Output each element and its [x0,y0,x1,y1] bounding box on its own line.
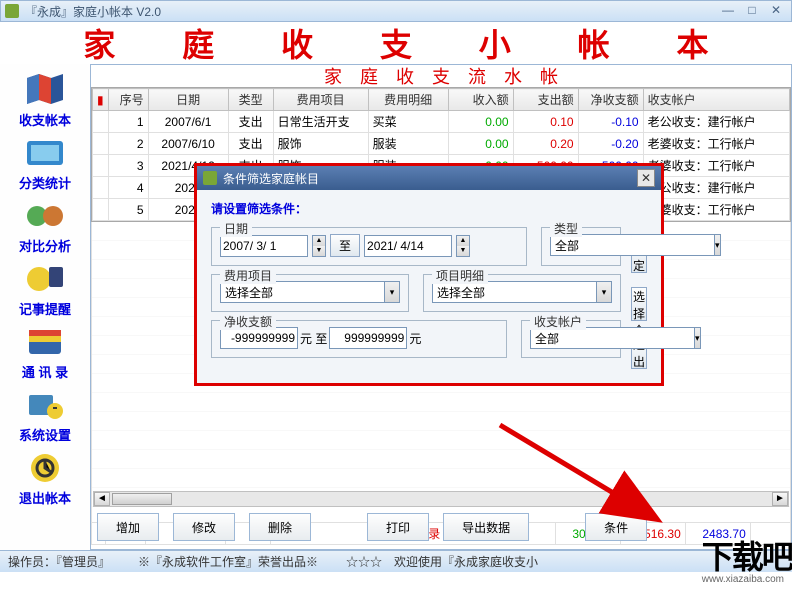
filter-button[interactable]: 条件 [585,513,647,541]
reminder-icon [21,261,69,297]
compare-icon [21,198,69,234]
chevron-down-icon[interactable]: ▾ [596,281,612,303]
stats-icon [21,135,69,171]
sidebar-item-settings[interactable]: 系统设置 [5,385,85,446]
window-title: 『永成』家庭小帐本 V2.0 [25,3,715,20]
window-titlebar: 『永成』家庭小帐本 V2.0 — □ ✕ [0,0,792,22]
col-indicator: ▮ [93,89,109,111]
scroll-right-icon[interactable]: ► [772,492,788,506]
subtitle: 家 庭 收 支 流 水 帐 [91,65,791,87]
books-icon [21,72,69,108]
item-combo[interactable]: ▾ [220,281,400,303]
dialog-title: 条件筛选家庭帐目 [223,170,637,187]
net-legend: 净收支额 [220,313,276,330]
type-legend: 类型 [550,220,582,237]
bottom-toolbar: 增加 修改 删除 打印 导出数据 条件 [97,511,785,543]
app-icon [5,4,19,18]
sidebar-item-compare[interactable]: 对比分析 [5,196,85,257]
sidebar-label: 通 讯 录 [22,362,68,381]
type-combo[interactable]: ▾ [550,234,612,256]
table-row[interactable]: 1 2007/6/1 支出 日常生活开支 买菜 0.00 0.10 -0.10 … [93,111,790,133]
chevron-down-icon[interactable]: ▾ [384,281,400,303]
status-credit: ※『永成软件工作室』荣誉出品※ [138,553,318,570]
col-type[interactable]: 类型 [228,89,273,111]
date-from-spinner[interactable]: ▲▼ [312,235,326,257]
net-from-input[interactable] [220,327,298,349]
status-operator: 操作员：『管理员』 [8,553,110,570]
contacts-icon [21,324,69,360]
sidebar: 收支帐本 分类统计 对比分析 记事提醒 通 讯 录 系统设置 退出帐本 [0,64,90,550]
date-to-label: 至 [330,234,360,257]
type-input[interactable] [550,234,714,256]
sidebar-label: 分类统计 [19,173,71,192]
close-button[interactable]: ✕ [765,3,787,19]
filter-dialog: 条件筛选家庭帐目 ✕ 请设置筛选条件： 日期 ▲▼ 至 ▲▼ [194,163,664,386]
item-legend: 费用项目 [220,267,276,284]
item-input[interactable] [220,281,384,303]
col-account[interactable]: 收支帐户 [643,89,789,111]
sidebar-label: 退出帐本 [19,488,71,507]
maximize-button[interactable]: □ [741,3,763,19]
dialog-close-button[interactable]: ✕ [637,169,655,187]
col-num[interactable]: 序号 [108,89,148,111]
watermark-url: www.xiazaiba.com [702,574,792,585]
header-title: 家 庭 收 支 小 帐 本 [0,22,792,64]
scroll-left-icon[interactable]: ◄ [94,492,110,506]
col-net[interactable]: 净收支额 [578,89,643,111]
table-header-row: ▮ 序号 日期 类型 费用项目 费用明细 收入额 支出额 净收支额 收支帐户 [93,89,790,111]
dialog-prompt: 请设置筛选条件： [211,200,647,217]
sidebar-item-stats[interactable]: 分类统计 [5,133,85,194]
col-expense[interactable]: 支出额 [513,89,578,111]
sidebar-item-exit[interactable]: 退出帐本 [5,448,85,509]
select-all-button[interactable]: 选择全部 [631,287,647,321]
table-row[interactable]: 2 2007/6/10 支出 服饰 服装 0.00 0.20 -0.20 老婆收… [93,133,790,155]
watermark: 下载吧 www.xiazaiba.com [702,532,792,585]
col-item[interactable]: 费用项目 [273,89,368,111]
col-income[interactable]: 收入额 [448,89,513,111]
watermark-text: 下载吧 [702,532,792,578]
sidebar-item-reminder[interactable]: 记事提醒 [5,259,85,320]
sidebar-label: 对比分析 [19,236,71,255]
date-legend: 日期 [220,220,252,237]
sidebar-label: 系统设置 [19,425,71,444]
col-detail[interactable]: 费用明细 [368,89,448,111]
detail-input[interactable] [432,281,596,303]
exit-icon [21,450,69,486]
add-button[interactable]: 增加 [97,513,159,541]
account-combo[interactable]: ▾ [530,327,612,349]
minimize-button[interactable]: — [717,3,739,19]
scroll-thumb[interactable] [112,493,172,505]
date-to-spinner[interactable]: ▲▼ [456,235,470,257]
sidebar-item-ledger[interactable]: 收支帐本 [5,70,85,131]
sidebar-label: 记事提醒 [19,299,71,318]
net-to-input[interactable] [329,327,407,349]
horizontal-scrollbar[interactable]: ◄ ► [93,491,789,507]
detail-combo[interactable]: ▾ [432,281,612,303]
account-legend: 收支帐户 [530,313,586,330]
chevron-down-icon[interactable]: ▾ [714,234,721,256]
net-from-unit: 元 至 [300,330,327,347]
print-button[interactable]: 打印 [367,513,429,541]
settings-icon [21,387,69,423]
date-from-input[interactable] [220,235,308,257]
export-button[interactable]: 导出数据 [443,513,529,541]
col-date[interactable]: 日期 [148,89,228,111]
date-to-input[interactable] [364,235,452,257]
account-input[interactable] [530,327,694,349]
dialog-titlebar[interactable]: 条件筛选家庭帐目 ✕ [197,166,661,190]
dialog-icon [203,171,217,185]
status-welcome: ☆☆☆ 欢迎使用『永成家庭收支小 [346,553,538,570]
net-to-unit: 元 [409,330,421,347]
chevron-down-icon[interactable]: ▾ [694,327,701,349]
sidebar-label: 收支帐本 [19,110,71,129]
status-bar: 操作员：『管理员』 ※『永成软件工作室』荣誉出品※ ☆☆☆ 欢迎使用『永成家庭收… [0,550,792,572]
delete-button[interactable]: 删除 [249,513,311,541]
sidebar-item-contacts[interactable]: 通 讯 录 [5,322,85,383]
detail-legend: 项目明细 [432,267,488,284]
edit-button[interactable]: 修改 [173,513,235,541]
